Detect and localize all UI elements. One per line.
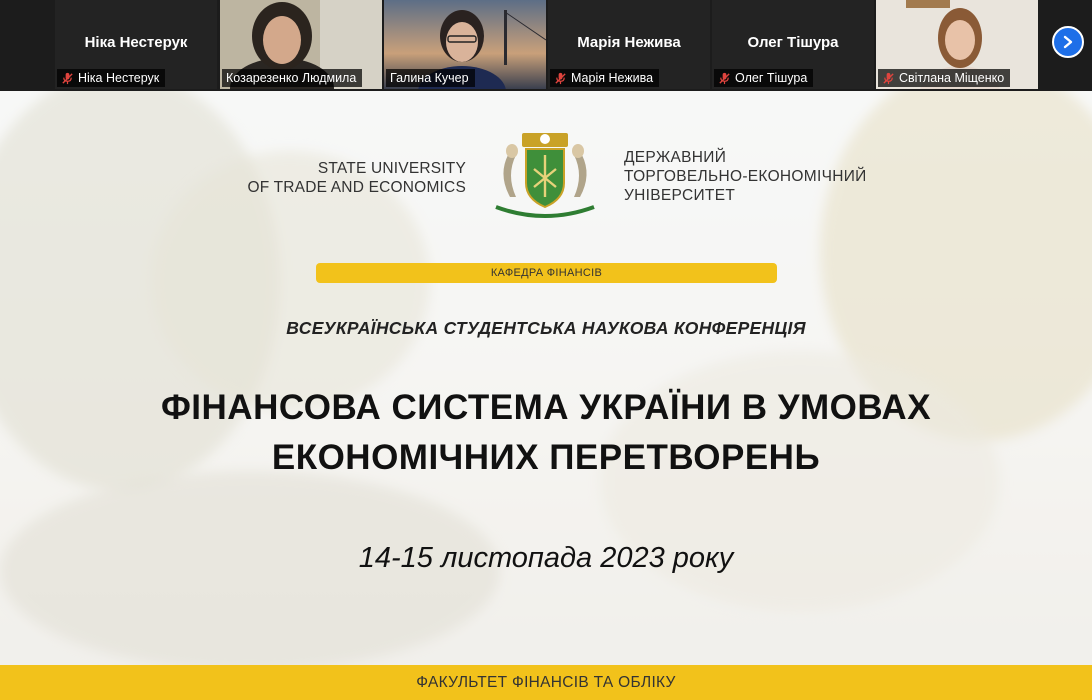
mic-off-icon <box>719 72 730 84</box>
university-crest-icon <box>495 133 595 218</box>
participant-name-label: Козарезенко Людмила <box>222 69 363 87</box>
conference-title-line: ЕКОНОМІЧНИХ ПЕРЕТВОРЕНЬ <box>271 438 821 477</box>
university-name-ua-line: ДЕРЖАВНИЙ <box>624 149 727 166</box>
participant-label-text: Марія Нежива <box>571 71 654 85</box>
conference-dates: 14-15 листопада 2023 року <box>358 542 734 574</box>
university-name-en-line: OF TRADE AND ECONOMICS <box>247 179 466 196</box>
participant-label-text: Ніка Нестерук <box>78 71 160 85</box>
chevron-right-icon <box>1063 35 1073 49</box>
shared-slide: STATE UNIVERSITY OF TRADE AND ECONOMICS … <box>0 91 1092 700</box>
university-name-ua-line: УНІВЕРСИТЕТ <box>624 187 736 204</box>
mic-off-icon <box>555 72 566 84</box>
conference-title-line: ФІНАНСОВА СИСТЕМА УКРАЇНИ В УМОВАХ <box>160 388 932 427</box>
participant-tile-active-speaker[interactable]: Галина Кучер <box>384 0 546 89</box>
participant-strip: Ніка Нестерук Ніка Нестерук Козарезенко … <box>0 0 1092 91</box>
participant-name-label: Ніка Нестерук <box>57 69 166 87</box>
next-participants-button[interactable] <box>1052 26 1084 58</box>
participant-label-text: Олег Тішура <box>735 71 808 85</box>
university-name-ua-line: ТОРГОВЕЛЬНО-ЕКОНОМІЧНИЙ <box>624 168 867 185</box>
participant-name-label: Галина Кучер <box>386 69 475 87</box>
participant-display-name: Марія Нежива <box>577 34 681 51</box>
participant-label-text: Галина Кучер <box>390 71 469 85</box>
participant-tile[interactable]: Козарезенко Людмила <box>220 0 382 89</box>
participant-tile[interactable]: Ніка Нестерук Ніка Нестерук <box>55 0 217 89</box>
mic-off-icon <box>883 72 894 84</box>
university-name-en-line: STATE UNIVERSITY <box>317 160 466 177</box>
participant-tile[interactable]: Олег Тішура Олег Тішура <box>712 0 874 89</box>
participant-name-label: Олег Тішура <box>714 69 814 87</box>
participant-tile[interactable]: Світлана Міщенко <box>876 0 1038 89</box>
participant-label-text: Світлана Міщенко <box>899 71 1005 85</box>
participant-display-name: Олег Тішура <box>747 34 839 51</box>
mic-off-icon <box>62 72 73 84</box>
participant-display-name: Ніка Нестерук <box>84 34 188 51</box>
department-banner: КАФЕДРА ФІНАНСІВ <box>316 263 777 283</box>
conference-name: ВСЕУКРАЇНСЬКА СТУДЕНТСЬКА НАУКОВА КОНФЕР… <box>286 318 806 338</box>
university-name-ua: ДЕРЖАВНИЙ ТОРГОВЕЛЬНО-ЕКОНОМІЧНИЙ УНІВЕР… <box>624 148 867 205</box>
faculty-banner: ФАКУЛЬТЕТ ФІНАНСІВ ТА ОБЛІКУ <box>0 665 1092 700</box>
participant-name-label: Світлана Міщенко <box>878 69 1011 87</box>
participant-label-text: Козарезенко Людмила <box>226 71 357 85</box>
participant-name-label: Марія Нежива <box>550 69 660 87</box>
conference-title: ФІНАНСОВА СИСТЕМА УКРАЇНИ В УМОВАХ ЕКОНО… <box>0 383 1092 483</box>
university-name-en: STATE UNIVERSITY OF TRADE AND ECONOMICS <box>247 159 466 197</box>
participant-tile[interactable]: Марія Нежива Марія Нежива <box>548 0 710 89</box>
